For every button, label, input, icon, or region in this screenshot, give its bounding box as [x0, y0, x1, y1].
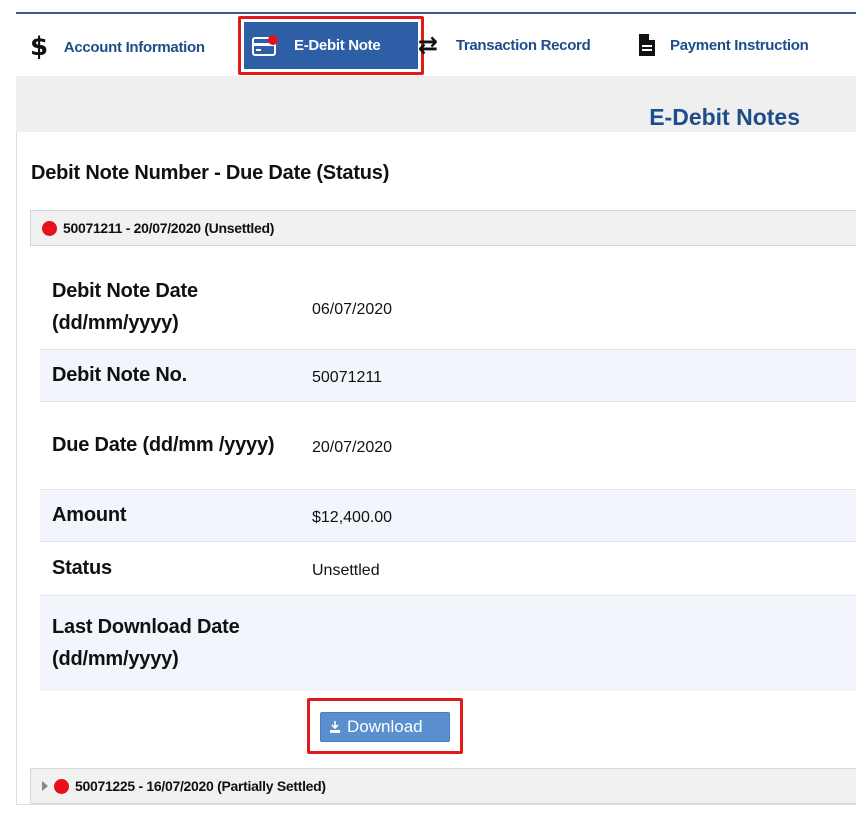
detail-value: 50071211 [312, 369, 382, 386]
debit-note-accordion-header-collapsed[interactable]: 50071225 - 16/07/2020 (Partially Settled… [30, 768, 856, 804]
detail-label: Debit Note Date (dd/mm/yyyy) [52, 279, 198, 334]
nav-transaction-record-label: Transaction Record [455, 36, 591, 54]
top-divider [16, 12, 856, 14]
nav-account-information-label: Account Information [63, 38, 205, 56]
download-button[interactable]: Download [320, 712, 450, 742]
title-band: E-Debit Notes [16, 76, 856, 132]
detail-value [312, 595, 856, 691]
detail-label: Status [52, 557, 112, 579]
card-icon [252, 34, 278, 57]
detail-label: Debit Note No. [52, 364, 187, 386]
debit-note-header-text: 50071225 - 16/07/2020 (Partially Settled… [75, 778, 326, 794]
section-heading: Debit Note Number - Due Date (Status) [31, 162, 390, 184]
detail-row-due-date: Due Date (dd/mm /yyyy) 20/07/2020 [40, 401, 856, 489]
detail-label: Last Download Date (dd/mm/yyyy) [52, 616, 240, 671]
detail-value: $12,400.00 [312, 509, 393, 526]
download-button-label: Download [347, 717, 423, 736]
detail-row-debit-note-date: Debit Note Date (dd/mm/yyyy) 06/07/2020 [40, 265, 856, 349]
debit-note-details: Debit Note Date (dd/mm/yyyy) 06/07/2020 … [40, 265, 856, 691]
status-dot-icon [42, 220, 57, 236]
detail-row-debit-note-no: Debit Note No. 50071211 [40, 349, 856, 401]
detail-label: Due Date (dd/mm /yyyy) [52, 434, 275, 456]
dollar-icon: $ [30, 32, 48, 62]
download-icon [329, 720, 341, 734]
detail-value: Unsettled [312, 562, 380, 579]
debit-notes-panel: Debit Note Number - Due Date (Status) 50… [16, 132, 856, 805]
debit-note-accordion-header[interactable]: 50071211 - 20/07/2020 (Unsettled) [30, 210, 856, 246]
status-dot-icon [54, 778, 69, 794]
detail-label: Amount [52, 504, 127, 526]
detail-row-amount: Amount $12,400.00 [40, 489, 856, 541]
detail-row-status: Status Unsettled [40, 541, 856, 595]
detail-value: 06/07/2020 [312, 300, 393, 318]
highlight-outline-nav: E-Debit Note [238, 16, 424, 75]
nav-payment-instruction-label: Payment Instruction [670, 36, 809, 54]
exchange-arrows-icon: ⇄ [418, 31, 438, 59]
page-title: E-Debit Notes [649, 104, 800, 130]
nav-e-debit-note[interactable]: E-Debit Note [244, 22, 418, 69]
detail-value: 20/07/2020 [312, 439, 393, 456]
highlight-outline-download: Download [307, 698, 463, 754]
debit-note-header-text: 50071211 - 20/07/2020 (Unsettled) [63, 220, 275, 236]
main-nav: $ Account Information E-Debit Note ⇄ Tra… [16, 16, 856, 76]
nav-account-information[interactable]: $ Account Information [16, 24, 240, 70]
expand-caret-icon [42, 781, 48, 791]
nav-e-debit-note-label: E-Debit Note [294, 37, 381, 54]
nav-transaction-record[interactable]: ⇄ Transaction Record [418, 22, 591, 68]
nav-payment-instruction[interactable]: Payment Instruction [638, 22, 809, 68]
detail-row-last-download-date: Last Download Date (dd/mm/yyyy) [40, 595, 856, 691]
document-icon [638, 33, 656, 57]
